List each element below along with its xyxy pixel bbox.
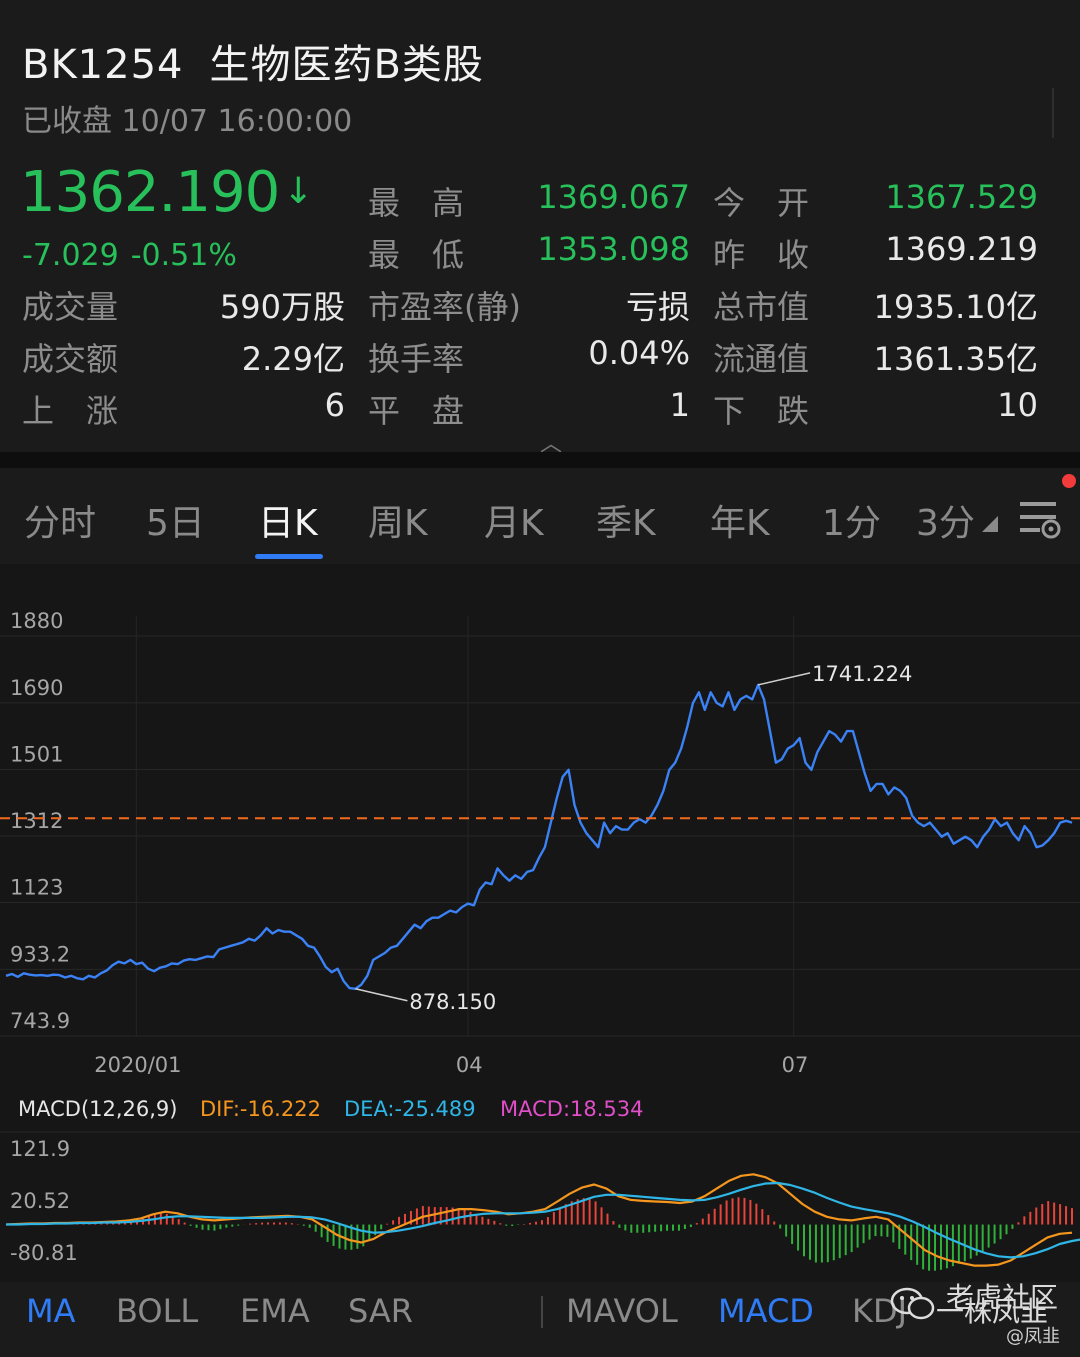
market-cap-value: 1935.10亿 [873,288,1038,326]
indicator-mavol[interactable]: MAVOL [566,1292,678,1330]
indicator-divider [541,1296,543,1328]
turnover-value: 0.04% [588,334,690,372]
prev-close-label: 昨 收 [713,236,810,274]
kline-chart[interactable]: 1880 1690 1501 1312 1123 933.2 743.9 2020/01 04 0… [0,564,1080,1282]
prev-close-value: 1369.219 [885,230,1038,268]
macd-y-tick-label: -80.81 [10,1241,78,1265]
divider [1052,88,1054,138]
tab-weekly-k[interactable]: 周K [368,494,428,546]
decliners-label: 下 跌 [713,392,810,430]
y-tick-label: 1312 [10,809,63,833]
macd-title: MACD(12,26,9) [18,1097,178,1121]
max-annotation-leader [757,672,811,686]
tab-yearly-k[interactable]: 年K [710,494,770,546]
y-tick-label: 933.2 [10,942,70,966]
y-tick-label: 1123 [10,876,63,900]
indicator-ema[interactable]: EMA [240,1292,310,1330]
macd-y-tick-label: 121.9 [10,1137,70,1161]
y-tick-label: 1880 [10,609,63,633]
triangle-icon [982,516,998,532]
market-status: 已收盘 10/07 16:00:00 [22,104,353,139]
market-cap-label: 总市值 [713,288,810,326]
high-label: 最 高 [368,184,465,222]
last-price: 1362.190 ↓ [20,160,313,225]
indicator-sar[interactable]: SAR [348,1292,413,1330]
y-tick-label: 1501 [10,742,63,766]
y-tick-label: 1690 [10,676,63,700]
change-value: -7.029 [22,238,119,273]
security-title: BK1254 生物医药B类股 [22,32,484,90]
price-change: -7.029 -0.51% [22,238,237,273]
tab-daily-k[interactable]: 日K [258,494,318,546]
open-label: 今 开 [713,184,810,222]
min-annotation-label: 878.150 [409,990,496,1014]
float-cap-value: 1361.35亿 [873,340,1038,378]
quote-header: BK1254 生物医药B类股 已收盘 10/07 16:00:00 1362.19… [0,0,1080,457]
tab-3min[interactable]: 3分 [916,494,975,546]
x-tick-label: 2020/01 [94,1053,181,1077]
watermark-handle: @凤韭 [1006,1326,1060,1347]
macd-legend-dif: DIF:-16.222 [200,1097,321,1121]
wechat-icon [890,1287,935,1320]
tab-1min[interactable]: 1分 [822,494,881,546]
open-value: 1367.529 [885,178,1038,216]
last-price-value: 1362.190 [20,160,280,225]
x-tick-label: 04 [456,1053,483,1077]
max-annotation-label: 1741.224 [812,662,912,686]
low-value: 1353.098 [537,230,690,268]
unchanged-value: 1 [669,386,690,424]
settings-icon[interactable] [1018,500,1062,540]
down-arrow-icon: ↓ [283,171,313,212]
active-tab-indicator [255,554,323,559]
macd-legend-dea: DEA:-25.489 [344,1097,476,1121]
unchanged-label: 平 盘 [368,392,465,430]
indicator-macd[interactable]: MACD [718,1292,814,1330]
advancers-label: 上 涨 [22,392,119,430]
price-line [5,683,1073,990]
volume-label: 成交量 [22,288,119,326]
change-percent: -0.51% [130,238,237,273]
volume-value: 590万股 [219,288,345,326]
security-code: BK1254 [22,42,184,88]
indicator-ma[interactable]: MA [26,1292,76,1330]
low-label: 最 低 [368,236,465,274]
amount-label: 成交额 [22,340,119,378]
tab-quarterly-k[interactable]: 季K [596,494,656,546]
pe-value: 亏损 [625,288,690,326]
section-separator [0,452,1080,468]
indicator-boll[interactable]: BOLL [116,1292,198,1330]
pe-label: 市盈率(静) [368,288,521,326]
high-value: 1369.067 [537,178,690,216]
macd-legend-macd: MACD:18.534 [500,1097,644,1121]
decliners-value: 10 [997,386,1038,424]
macd-y-tick-label: 20.52 [10,1189,70,1213]
tab-5day[interactable]: 5日 [146,494,205,546]
float-cap-label: 流通值 [713,340,810,378]
security-name: 生物医药B类股 [209,42,484,88]
tab-intraday[interactable]: 分时 [24,494,96,546]
notification-dot [1062,474,1076,488]
tab-monthly-k[interactable]: 月K [484,494,544,546]
period-tabs: 分时 5日 日K 周K 月K 季K 年K 1分 3分 [0,468,1080,564]
min-annotation-leader [355,988,408,1002]
advancers-value: 6 [324,386,345,424]
amount-value: 2.29亿 [241,340,345,378]
x-tick-label: 07 [782,1053,809,1077]
y-tick-label: 743.9 [10,1009,70,1033]
turnover-label: 换手率 [368,340,465,378]
